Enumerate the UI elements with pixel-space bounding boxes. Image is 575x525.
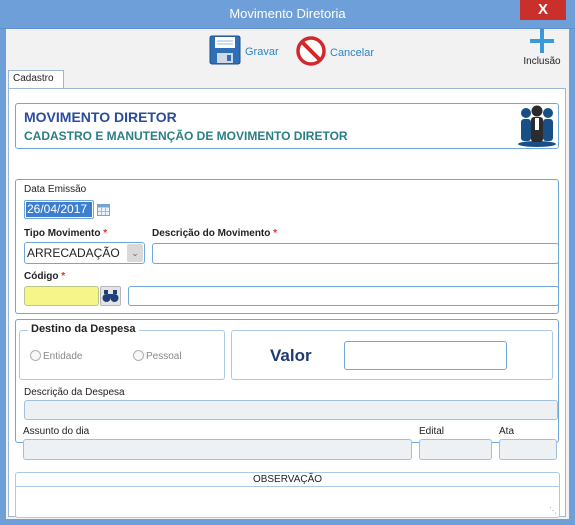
chevron-down-icon[interactable]: ⌄ <box>127 244 143 262</box>
add-button[interactable]: Inclusão <box>520 29 564 67</box>
window-title: Movimento Diretoria <box>229 6 346 21</box>
radio-pessoal-label: Pessoal <box>146 351 182 362</box>
add-label: Inclusão <box>523 56 561 67</box>
data-emissao-label: Data Emissão <box>24 184 87 195</box>
tipo-movimento-label: Tipo Movimento * <box>24 228 107 239</box>
observacao-label: OBSERVAÇÃO <box>16 473 559 487</box>
header-box: MOVIMENTO DIRETOR CADASTRO E MANUTENÇÃO … <box>15 103 559 149</box>
close-button[interactable]: X <box>520 0 566 20</box>
cancel-button[interactable]: Cancelar <box>296 36 374 69</box>
codigo-descricao-field[interactable] <box>128 286 559 306</box>
radio-circle <box>133 350 144 361</box>
observacao-textarea[interactable] <box>16 488 559 517</box>
required-mark: * <box>61 271 66 282</box>
descricao-despesa-field[interactable] <box>24 400 558 420</box>
valor-label: Valor <box>270 346 312 365</box>
radio-entidade[interactable]: Entidade <box>30 350 82 362</box>
observacao-box: OBSERVAÇÃO ⋱ <box>15 472 560 518</box>
radio-entidade-label: Entidade <box>43 351 83 362</box>
valor-field[interactable] <box>344 341 507 370</box>
tipo-movimento-value: ARRECADAÇÃO <box>27 246 120 260</box>
window-frame: Gravar Cancelar Inclusão Cadastro MOVIME… <box>0 29 575 525</box>
descricao-movimento-label: Descrição do Movimento * <box>152 228 277 239</box>
required-mark: * <box>273 228 278 239</box>
despesa-box: Destino da Despesa Entidade Pessoal Valo… <box>15 319 559 443</box>
data-emissao-value: 26/04/2017 <box>26 202 92 217</box>
save-label: Gravar <box>245 45 279 58</box>
ata-field[interactable] <box>499 439 557 460</box>
tab-panel: MOVIMENTO DIRETOR CADASTRO E MANUTENÇÃO … <box>8 88 566 518</box>
assunto-field[interactable] <box>23 439 412 460</box>
codigo-label: Código * <box>24 271 65 282</box>
codigo-label-text: Código <box>24 271 59 282</box>
plus-icon <box>520 29 564 56</box>
title-bar: Movimento Diretoria X <box>0 0 575 29</box>
radio-pessoal[interactable]: Pessoal <box>133 350 182 362</box>
assunto-label: Assunto do dia <box>23 426 90 437</box>
edital-field[interactable] <box>419 439 492 460</box>
main-fields-box: Data Emissão 26/04/2017 Tipo Movimento * <box>15 179 559 314</box>
radio-circle <box>30 350 41 361</box>
tipo-movimento-label-text: Tipo Movimento <box>24 228 101 239</box>
tab-cadastro[interactable]: Cadastro <box>8 70 64 89</box>
prohibited-icon <box>296 36 326 69</box>
calendar-icon[interactable] <box>97 204 110 219</box>
edital-label: Edital <box>419 426 445 437</box>
cancel-label: Cancelar <box>330 46 375 59</box>
valor-group: Valor <box>231 330 553 380</box>
save-button[interactable]: Gravar <box>209 35 279 68</box>
destino-group: Destino da Despesa Entidade Pessoal <box>19 323 225 380</box>
resize-grip-icon[interactable]: ⋱ <box>549 506 557 515</box>
destino-legend: Destino da Despesa <box>28 323 139 335</box>
page-subtitle: CADASTRO E MANUTENÇÃO DE MOVIMENTO DIRET… <box>24 129 348 143</box>
team-icon <box>516 104 558 151</box>
ata-label: Ata <box>499 426 515 437</box>
required-mark: * <box>103 228 108 239</box>
codigo-field[interactable] <box>24 286 99 306</box>
page-title: MOVIMENTO DIRETOR <box>24 109 177 125</box>
descricao-despesa-label: Descrição da Despesa <box>24 387 125 398</box>
data-emissao-field[interactable]: 26/04/2017 <box>24 200 94 219</box>
descricao-movimento-label-text: Descrição do Movimento <box>152 228 271 239</box>
floppy-disk-icon <box>209 35 241 68</box>
window-client: Gravar Cancelar Inclusão Cadastro MOVIME… <box>6 29 569 519</box>
tipo-movimento-select[interactable]: ARRECADAÇÃO ⌄ <box>24 242 145 264</box>
binoculars-icon[interactable] <box>100 286 121 306</box>
descricao-movimento-field[interactable] <box>152 243 559 264</box>
